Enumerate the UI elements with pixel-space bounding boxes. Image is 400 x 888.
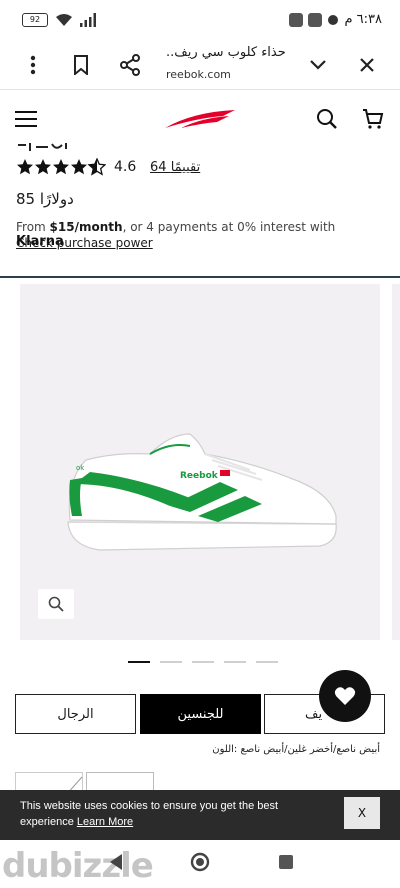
- svg-text:Reebok: Reebok: [180, 471, 219, 481]
- cookie-message: This website uses cookies to ensure you …: [20, 798, 290, 830]
- gender-unisex-button[interactable]: للجنسين: [140, 694, 261, 734]
- page-url[interactable]: reebok.com: [166, 68, 231, 81]
- cookie-banner: This website uses cookies to ensure you …: [0, 790, 400, 840]
- heart-icon: [334, 687, 356, 705]
- clock: ٦:٣٨ م: [344, 12, 382, 27]
- gender-men-label: الرجال: [57, 706, 94, 722]
- zoom-button[interactable]: [38, 589, 74, 619]
- klarna-check-link[interactable]: Check purchase power: [16, 236, 153, 250]
- status-bar: 92 ٦:٣٨ م: [0, 0, 400, 40]
- rating-value: 4.6: [114, 159, 137, 175]
- bookmark-icon[interactable]: [68, 52, 94, 78]
- rating-row: 4.6: [16, 158, 136, 176]
- wifi-icon: [56, 14, 72, 26]
- share-icon[interactable]: [117, 52, 143, 78]
- gallery-dot[interactable]: [224, 661, 246, 663]
- cookie-text: This website uses cookies to ensure you …: [20, 800, 279, 828]
- back-icon[interactable]: [106, 852, 126, 872]
- gallery-dot[interactable]: [256, 661, 278, 663]
- klarna-rest: , or 4 payments at 0% interest with: [122, 220, 336, 234]
- gender-men-button[interactable]: الرجال: [15, 694, 136, 734]
- page-title: حذاء كلوب سي ريف..: [166, 45, 286, 60]
- favorite-button[interactable]: [319, 670, 371, 722]
- status-right: ٦:٣٨ م: [289, 12, 382, 27]
- app-notification-icon: [308, 12, 323, 27]
- signal-icon: [80, 13, 96, 27]
- reebok-logo[interactable]: [163, 108, 237, 134]
- product-price: 85 دولارًا: [16, 190, 74, 208]
- section-divider: [0, 276, 400, 278]
- hamburger-icon[interactable]: [14, 107, 38, 131]
- cookie-close-label: X: [357, 806, 367, 820]
- home-icon[interactable]: [190, 852, 210, 872]
- gender-other-label: يف: [305, 706, 323, 722]
- gender-unisex-label: للجنسين: [177, 706, 224, 722]
- app-notification-icon: [289, 12, 304, 27]
- chat-icon: [328, 14, 339, 25]
- color-label: أبيض ناصع/أخضر غلين/أبيض ناصع :اللون: [212, 744, 380, 755]
- status-left: 92: [22, 13, 96, 27]
- klarna-from: From: [16, 220, 50, 234]
- recents-icon[interactable]: [276, 852, 296, 872]
- cookie-learn-more-link[interactable]: Learn More: [77, 816, 133, 828]
- battery-level: 92: [29, 15, 41, 24]
- product-image[interactable]: Reebok ok: [20, 284, 380, 640]
- browser-toolbar: حذاء كلوب سي ريف.. reebok.com: [0, 40, 400, 90]
- svg-text:ok: ok: [76, 464, 85, 472]
- gallery-pagination: [128, 661, 278, 663]
- gallery-dot[interactable]: [128, 661, 150, 663]
- cart-icon[interactable]: [361, 107, 385, 131]
- battery-icon: 92: [22, 13, 48, 27]
- more-options-icon[interactable]: [20, 52, 46, 78]
- watermark: dubizzle: [2, 846, 154, 886]
- gallery-dot[interactable]: [192, 661, 214, 663]
- reviews-link[interactable]: 64 تقييمًا: [150, 160, 200, 175]
- klarna-amount: $15/month: [49, 220, 123, 234]
- chevron-down-icon[interactable]: [305, 52, 331, 78]
- star-rating-icon: [16, 158, 106, 176]
- zoom-icon: [48, 596, 64, 612]
- gallery-dot[interactable]: [160, 661, 182, 663]
- close-icon[interactable]: [354, 52, 380, 78]
- cookie-close-button[interactable]: X: [344, 797, 380, 829]
- search-icon[interactable]: [315, 107, 339, 131]
- product-title-partial: [16, 140, 76, 154]
- next-image-peek[interactable]: [392, 284, 400, 640]
